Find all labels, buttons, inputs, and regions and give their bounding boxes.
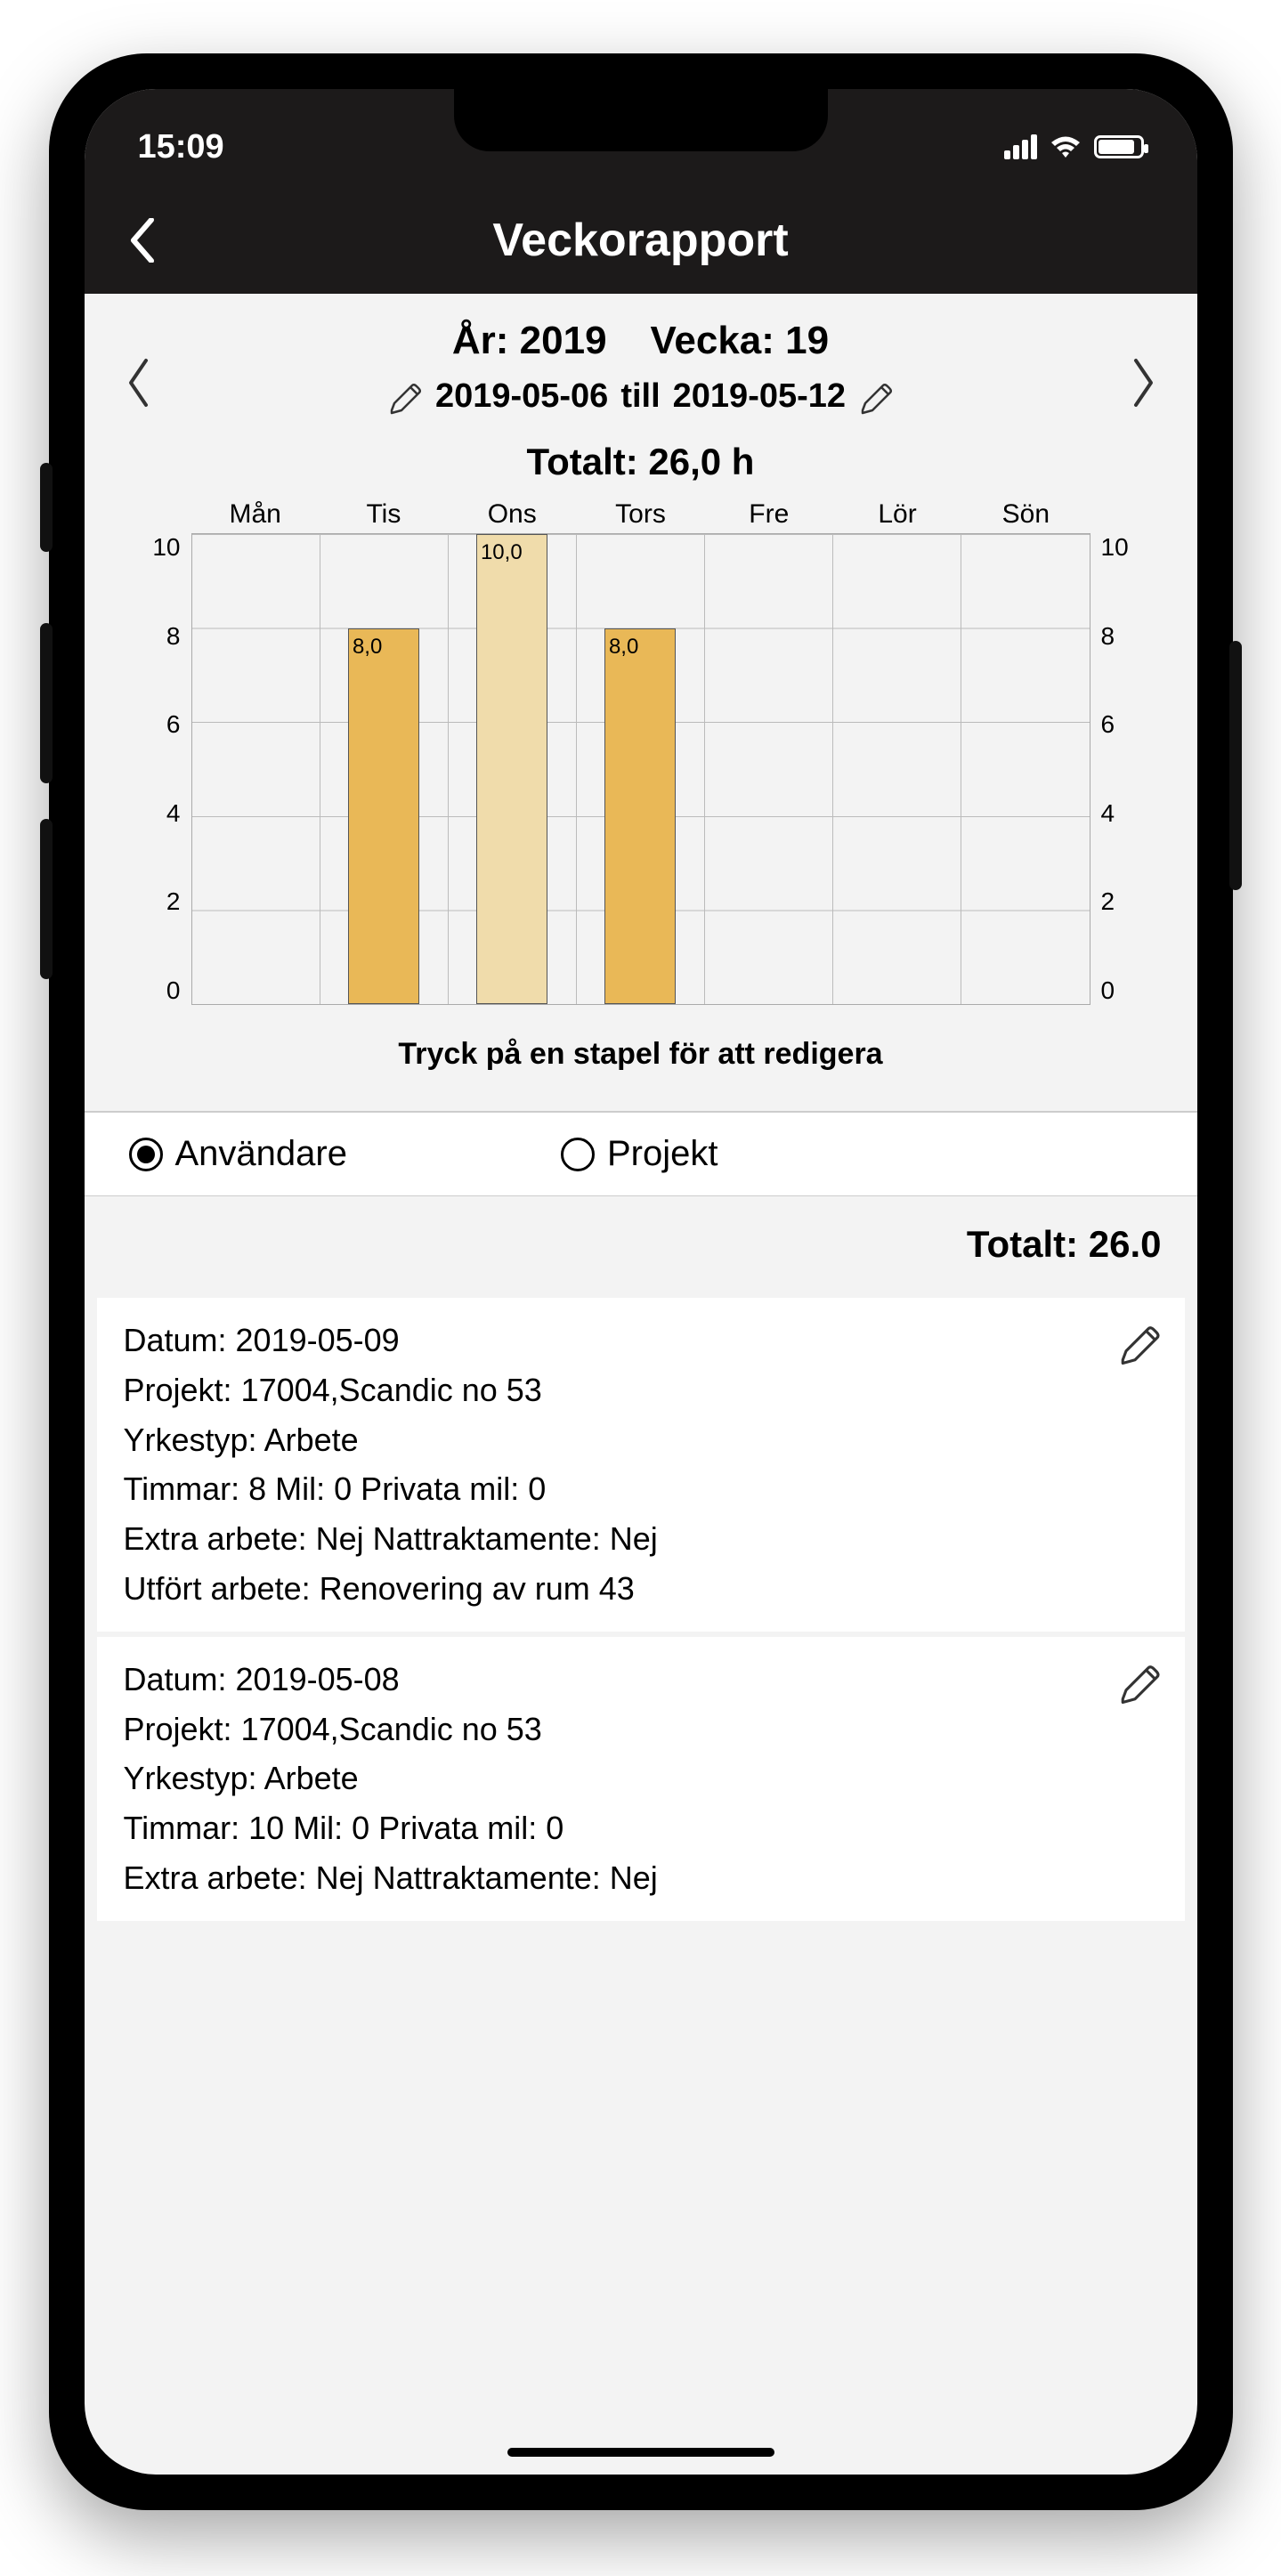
side-button [1229,641,1242,890]
date-range: 2019-05-06 till 2019-05-12 [102,377,1180,416]
chart-column[interactable]: 8,0 [577,534,705,1004]
y-tick: 8 [129,622,181,651]
side-button [40,623,53,783]
wifi-icon [1050,135,1082,158]
y-tick: 2 [1101,887,1153,916]
next-week-button[interactable] [1131,356,1158,409]
y-tick: 10 [1101,533,1153,562]
screen: 15:09 Veckorapport År: 2019 [85,89,1197,2475]
entry-line: Timmar: 8 Mil: 0 Privata mil: 0 [124,1464,1158,1514]
entries-list: Datum: 2019-05-09Projekt: 17004,Scandic … [85,1298,1197,1921]
view-toggle: Användare Projekt [85,1112,1197,1196]
list-total: Totalt: 26.0 [85,1196,1197,1292]
chart-column[interactable] [961,534,1090,1004]
y-tick: 4 [129,799,181,828]
entry-card[interactable]: Datum: 2019-05-08Projekt: 17004,Scandic … [97,1637,1185,1921]
bar-label: 8,0 [353,635,382,660]
content: År: 2019 Vecka: 19 2019-05-06 till 2019-… [85,294,1197,1921]
entry-line: Projekt: 17004,Scandic no 53 [124,1365,1158,1415]
date-to: 2019-05-12 [673,377,846,416]
chart-bar[interactable]: 8,0 [604,628,676,1004]
radio-project[interactable]: Projekt [561,1134,718,1174]
entry-line: Extra arbete: Nej Nattraktamente: Nej [124,1514,1158,1564]
home-indicator[interactable] [507,2448,774,2457]
chart-column[interactable]: 8,0 [320,534,449,1004]
radio-user[interactable]: Användare [129,1134,347,1174]
title-bar: Veckorapport [85,187,1197,294]
bar-label: 8,0 [609,635,638,660]
entry-line: Utfört arbete: Renovering av rum 43 [124,1564,1158,1614]
y-tick: 6 [129,710,181,739]
week-label: Vecka: 19 [650,319,829,362]
phone-frame: 15:09 Veckorapport År: 2019 [49,53,1233,2510]
radio-icon [561,1138,595,1171]
entry-line: Extra arbete: Nej Nattraktamente: Nej [124,1853,1158,1903]
entry-line: Datum: 2019-05-08 [124,1655,1158,1705]
side-button [40,819,53,979]
year-label: År: 2019 [452,319,607,362]
entry-line: Yrkestyp: Arbete [124,1415,1158,1465]
prev-week-button[interactable] [124,356,150,409]
edit-entry-icon[interactable] [1117,1321,1162,1365]
date-from: 2019-05-06 [435,377,608,416]
chart-day-label: Lör [833,499,961,530]
chart-hint: Tryck på en stapel för att redigera [102,1014,1180,1098]
notch [454,89,828,151]
y-tick: 6 [1101,710,1153,739]
chart-column[interactable] [833,534,961,1004]
chart-bar[interactable]: 10,0 [476,534,547,1004]
entry-line: Timmar: 10 Mil: 0 Privata mil: 0 [124,1803,1158,1853]
chart: MånTisOnsTorsFreLörSön 1086420 8,010,08,… [102,483,1180,1014]
status-icons [1004,134,1144,159]
entry-line: Projekt: 17004,Scandic no 53 [124,1705,1158,1754]
status-time: 15:09 [138,128,224,166]
y-tick: 4 [1101,799,1153,828]
y-tick: 10 [129,533,181,562]
y-axis-left: 10 8 6 4 2 0 [129,533,191,1005]
date-sep: till [620,377,660,416]
y-tick: 0 [129,976,181,1005]
edit-start-date-icon[interactable] [387,379,423,415]
chart-day-label: Fre [705,499,833,530]
chart-day-label: Mån [191,499,320,530]
chart-plot: 8,0 10,0 8,0 [191,533,1090,1005]
bar-label: 10,0 [481,540,523,565]
chart-day-label: Ons [448,499,576,530]
chart-bar[interactable]: 8,0 [348,628,419,1004]
header-info: År: 2019 Vecka: 19 2019-05-06 till 2019-… [85,294,1197,1112]
edit-entry-icon[interactable] [1117,1660,1162,1705]
y-axis-right: 10 8 6 4 2 0 [1090,533,1153,1005]
signal-icon [1004,134,1037,159]
entry-line: Datum: 2019-05-09 [124,1316,1158,1365]
entry-card[interactable]: Datum: 2019-05-09Projekt: 17004,Scandic … [97,1298,1185,1632]
chart-day-label: Sön [961,499,1090,530]
chart-column[interactable] [705,534,833,1004]
y-tick: 2 [129,887,181,916]
back-button[interactable] [129,218,156,263]
y-tick: 8 [1101,622,1153,651]
y-tick: 0 [1101,976,1153,1005]
entry-line: Yrkestyp: Arbete [124,1754,1158,1803]
chart-day-label: Tis [320,499,448,530]
side-button [40,463,53,552]
radio-project-label: Projekt [607,1134,718,1174]
page-title: Veckorapport [492,214,788,267]
total-hours: Totalt: 26,0 h [102,441,1180,483]
edit-end-date-icon[interactable] [858,379,894,415]
chart-column[interactable]: 10,0 [449,534,577,1004]
year-week-label: År: 2019 Vecka: 19 [102,319,1180,363]
radio-user-label: Användare [175,1134,347,1174]
chart-day-label: Tors [576,499,704,530]
chart-column[interactable] [192,534,320,1004]
battery-icon [1094,135,1144,158]
radio-icon [129,1138,163,1171]
